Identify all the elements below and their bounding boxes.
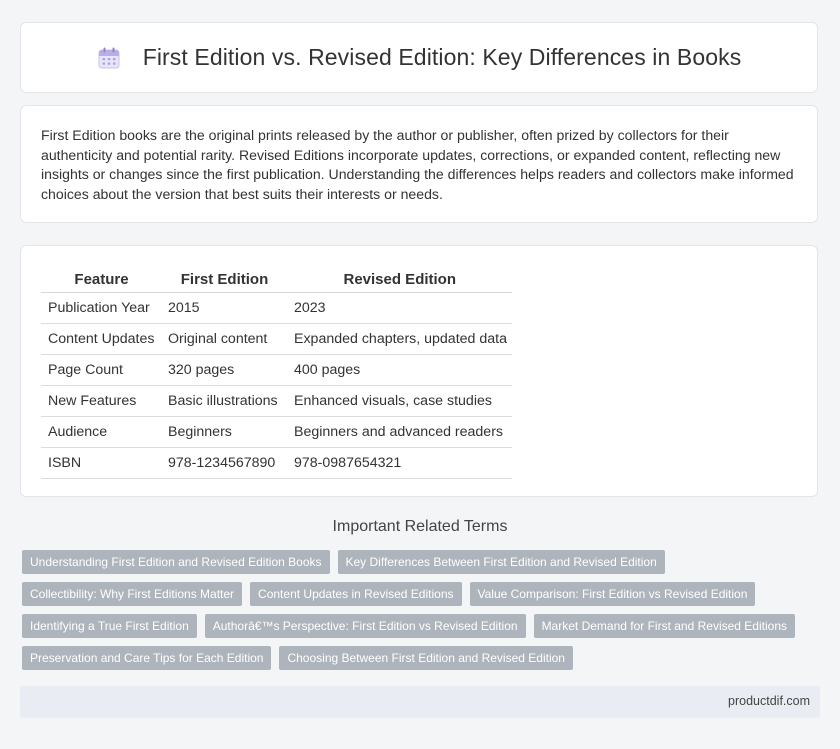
table-row: Audience Beginners Beginners and advance… (41, 416, 512, 448)
table-cell: Audience (41, 416, 162, 448)
footer-bar: productdif.com (20, 686, 820, 718)
related-term-tag[interactable]: Content Updates in Revised Editions (250, 582, 462, 606)
table-cell: 2015 (161, 292, 288, 324)
intro-text: First Edition books are the original pri… (41, 127, 794, 202)
related-terms-tags: Understanding First Edition and Revised … (22, 550, 812, 670)
table-cell: 978-0987654321 (287, 447, 512, 479)
comparison-table: Feature First Edition Revised Edition Pu… (41, 266, 512, 479)
related-term-tag[interactable]: Authorâ€™s Perspective: First Edition vs… (204, 614, 526, 638)
related-term-tag[interactable]: Understanding First Edition and Revised … (22, 550, 330, 574)
related-term-tag[interactable]: Key Differences Between First Edition an… (337, 550, 665, 574)
table-cell: Publication Year (41, 292, 162, 324)
related-term-tag[interactable]: Preservation and Care Tips for Each Edit… (22, 646, 272, 670)
related-term-tag[interactable]: Market Demand for First and Revised Edit… (533, 614, 795, 638)
related-term-tag[interactable]: Identifying a True First Edition (22, 614, 197, 638)
table-cell: 400 pages (287, 354, 512, 386)
header-first-edition: First Edition (161, 266, 288, 293)
calendar-icon (98, 47, 120, 68)
comparison-table-card: Feature First Edition Revised Edition Pu… (20, 245, 818, 497)
related-terms-title: Important Related Terms (332, 518, 508, 535)
related-term-tag[interactable]: Value Comparison: First Edition vs Revis… (469, 582, 756, 606)
table-cell: Content Updates (41, 323, 162, 355)
table-cell: Beginners and advanced readers (287, 416, 512, 448)
page-title: First Edition vs. Revised Edition: Key D… (142, 44, 742, 70)
table-cell: ISBN (41, 447, 162, 479)
header-feature: Feature (41, 266, 162, 293)
table-row: ISBN 978-1234567890 978-0987654321 (41, 447, 512, 479)
table-cell: Basic illustrations (161, 385, 288, 417)
table-cell: Beginners (161, 416, 288, 448)
table-row: Page Count 320 pages 400 pages (41, 354, 512, 386)
related-term-tag[interactable]: Collectibility: Why First Editions Matte… (22, 582, 243, 606)
table-row: Content Updates Original content Expande… (41, 323, 512, 355)
table-cell: Original content (161, 323, 288, 355)
table-cell: Expanded chapters, updated data (287, 323, 512, 355)
table-cell: 2023 (287, 292, 512, 324)
table-row: Publication Year 2015 2023 (41, 292, 512, 324)
header-revised-edition: Revised Edition (287, 266, 512, 293)
table-row: New Features Basic illustrations Enhance… (41, 385, 512, 417)
table-header-row: Feature First Edition Revised Edition (41, 266, 512, 293)
table-cell: 320 pages (161, 354, 288, 386)
table-cell: 978-1234567890 (161, 447, 288, 479)
header-card: First Edition vs. Revised Edition: Key D… (20, 22, 818, 93)
title-wrap: First Edition vs. Revised Edition: Key D… (21, 23, 817, 92)
table-cell: Enhanced visuals, case studies (287, 385, 512, 417)
related-term-tag[interactable]: Choosing Between First Edition and Revis… (279, 646, 573, 670)
intro-card: First Edition books are the original pri… (20, 105, 818, 223)
table-cell: New Features (41, 385, 162, 417)
table-cell: Page Count (41, 354, 162, 386)
footer-site-link[interactable]: productdif.com (728, 694, 810, 708)
